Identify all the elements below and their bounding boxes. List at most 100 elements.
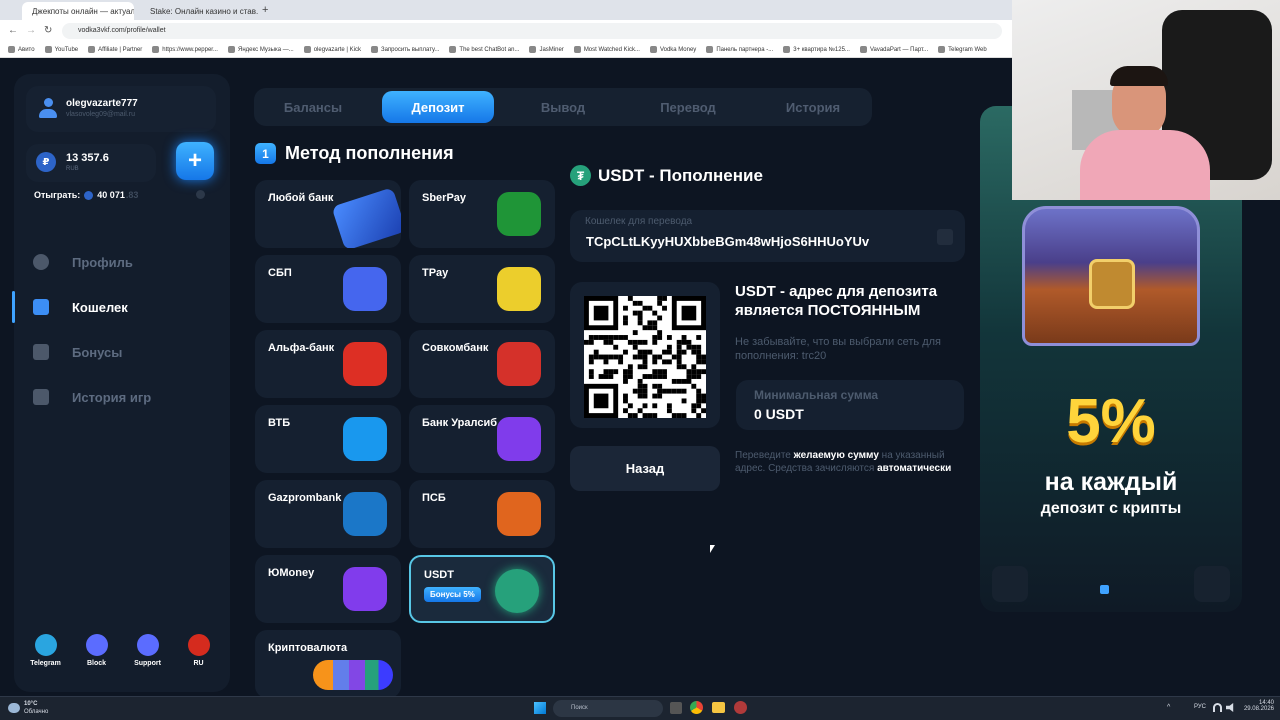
- volume-icon[interactable]: [1226, 703, 1234, 712]
- min-label: Минимальная сумма: [754, 388, 879, 402]
- banner-prev-button[interactable]: [992, 566, 1028, 602]
- browser-tab-active[interactable]: Джекпоты онлайн — актуаль...: [22, 2, 134, 20]
- bookmark-label: JasMiner: [539, 46, 564, 53]
- user-card[interactable]: olegvazarte777 vlasovoleg09@mail.ru: [26, 86, 216, 132]
- payment-method-uralsib[interactable]: Банк Уралсиб: [409, 405, 555, 473]
- bookmark-item[interactable]: Яндекс Музыка —...: [227, 46, 294, 53]
- bookmark-item[interactable]: YouTube: [44, 46, 78, 53]
- tab-label: Stake: Онлайн казино и став...: [150, 6, 258, 16]
- instruction-text: Переведите желаемую сумму на указанный а…: [735, 450, 955, 475]
- bookmark-icon: [449, 46, 457, 53]
- browser-tab-bar: Джекпоты онлайн — актуаль... Stake: Онла…: [0, 0, 1012, 20]
- file-explorer-icon[interactable]: [712, 702, 725, 713]
- method-label: СБП: [268, 267, 292, 279]
- new-tab-icon[interactable]: +: [262, 4, 268, 16]
- bookmark-item[interactable]: JasMiner: [529, 46, 564, 53]
- nav-wallet[interactable]: Кошелек: [12, 287, 230, 327]
- bookmark-item[interactable]: 3+ квартира №125...: [783, 46, 850, 53]
- support-icon: [136, 634, 159, 656]
- payment-method-sbp-terminal[interactable]: СБП: [255, 255, 401, 323]
- tab-withdraw[interactable]: Вывод: [507, 91, 619, 123]
- bookmark-item[interactable]: Telegram Web: [938, 46, 987, 53]
- bookmark-item[interactable]: Vodka Money: [649, 46, 697, 53]
- payment-method-gazprom[interactable]: Gazprombank: [255, 480, 401, 548]
- reload-icon[interactable]: ↻: [44, 25, 52, 36]
- social-block[interactable]: Block: [71, 634, 122, 667]
- person-shirt: [1080, 130, 1210, 200]
- banner-next-button[interactable]: [1194, 566, 1230, 602]
- wallet-address-box: Кошелек для перевода TCpCLtLKyyHUXbbeBGm…: [570, 210, 965, 262]
- payment-method-crypto-coins[interactable]: Криптовалюта: [255, 630, 401, 696]
- nav-game-history[interactable]: История игр: [14, 377, 230, 417]
- payment-method-yoomoney[interactable]: ЮMoney: [255, 555, 401, 623]
- wifi-icon[interactable]: [1213, 703, 1222, 712]
- payment-method-sovcom[interactable]: Совкомбанк: [409, 330, 555, 398]
- payment-method-sber[interactable]: SberPay: [409, 180, 555, 248]
- copy-icon[interactable]: [937, 229, 953, 245]
- payment-method-bank-card[interactable]: Любой банк: [255, 180, 401, 248]
- banner-page-dot[interactable]: [1100, 585, 1109, 594]
- bookmark-item[interactable]: https://www.pepper...: [152, 46, 218, 53]
- bookmark-label: Telegram Web: [948, 46, 987, 53]
- lock-icon: [85, 634, 108, 656]
- bookmark-item[interactable]: VavadaPart — Парт...: [859, 46, 928, 53]
- bookmark-item[interactable]: Affiliate | Partner: [88, 46, 142, 53]
- gazprom-icon: [343, 492, 387, 536]
- add-funds-button[interactable]: +: [176, 142, 214, 180]
- info-icon[interactable]: [196, 190, 205, 199]
- back-icon[interactable]: ←: [8, 25, 18, 36]
- social-telegram[interactable]: Telegram: [20, 634, 71, 667]
- bookmark-item[interactable]: olegvazarte | Kick: [303, 46, 361, 53]
- task-view-icon[interactable]: [670, 702, 682, 714]
- tab-balances[interactable]: Балансы: [257, 91, 369, 123]
- method-label: Криптовалюта: [268, 642, 348, 654]
- bookmark-item[interactable]: The best ChatBot an...: [449, 46, 519, 53]
- nav-profile[interactable]: Профиль: [14, 242, 230, 282]
- back-button[interactable]: Назад: [570, 446, 720, 491]
- weather-icon: [8, 703, 20, 713]
- active-indicator: [12, 291, 15, 323]
- tray-chevron-icon[interactable]: ^: [1167, 704, 1170, 711]
- nav-bonuses[interactable]: Бонусы: [14, 332, 230, 372]
- taskbar-search[interactable]: Поиск: [553, 700, 663, 717]
- payment-method-tbank[interactable]: TPay: [409, 255, 555, 323]
- windows-taskbar: 10°C Облачно Поиск ^ РУС 14:40 29.08.202…: [0, 696, 1280, 720]
- chrome-icon[interactable]: [690, 701, 703, 714]
- payment-method-vtb[interactable]: ВТБ: [255, 405, 401, 473]
- weather-temp: 10°C: [24, 701, 38, 707]
- bookmark-item[interactable]: Авито: [8, 46, 35, 53]
- tab-deposit[interactable]: Депозит: [382, 91, 494, 123]
- wallet-address[interactable]: TCpCLtLKyyHUXbbeBGm48wHjoS6HHUoYUv: [586, 234, 869, 249]
- deposit-title: USDT - Пополнение: [598, 166, 763, 185]
- bookmark-label: The best ChatBot an...: [459, 46, 520, 53]
- browser-tab[interactable]: Stake: Онлайн казино и став...: [140, 2, 258, 20]
- windows-start-icon[interactable]: [534, 702, 546, 714]
- method-label: Совкомбанк: [422, 342, 489, 354]
- tab-history[interactable]: История: [757, 91, 869, 123]
- wager-decimal: .83: [125, 190, 139, 200]
- app-icon[interactable]: [734, 701, 747, 714]
- qr-code: [584, 296, 706, 418]
- tab-label: Депозит: [411, 99, 465, 115]
- bookmark-label: olegvazarte | Kick: [313, 46, 361, 53]
- bookmark-icon: [529, 46, 537, 53]
- bookmark-label: Vodka Money: [659, 46, 697, 53]
- forward-icon[interactable]: →: [26, 25, 36, 36]
- sber-icon: [497, 192, 541, 236]
- social-label: Block: [86, 660, 107, 667]
- payment-method-tether[interactable]: USDT Бонусы 5%: [409, 555, 555, 623]
- url-field[interactable]: vodka3vkf.com/profile/wallet: [62, 23, 1002, 39]
- clock[interactable]: 14:40 29.08.2026: [1240, 700, 1274, 712]
- bookmark-item[interactable]: Most Watched Kick...: [573, 46, 640, 53]
- payment-method-psb[interactable]: ПСБ: [409, 480, 555, 548]
- language-indicator[interactable]: РУС: [1194, 704, 1206, 710]
- tab-transfer[interactable]: Перевод: [632, 91, 744, 123]
- payment-method-alfa[interactable]: Альфа-банк: [255, 330, 401, 398]
- bookmark-item[interactable]: Панель партнера -...: [706, 46, 773, 53]
- bookmark-icon: [88, 46, 96, 53]
- social-ru[interactable]: RU: [173, 634, 224, 667]
- social-support[interactable]: Support: [122, 634, 173, 667]
- bookmark-item[interactable]: Запросить выплату...: [370, 46, 439, 53]
- mouse-cursor: [710, 545, 715, 553]
- crypto-coins-icon: [313, 660, 393, 690]
